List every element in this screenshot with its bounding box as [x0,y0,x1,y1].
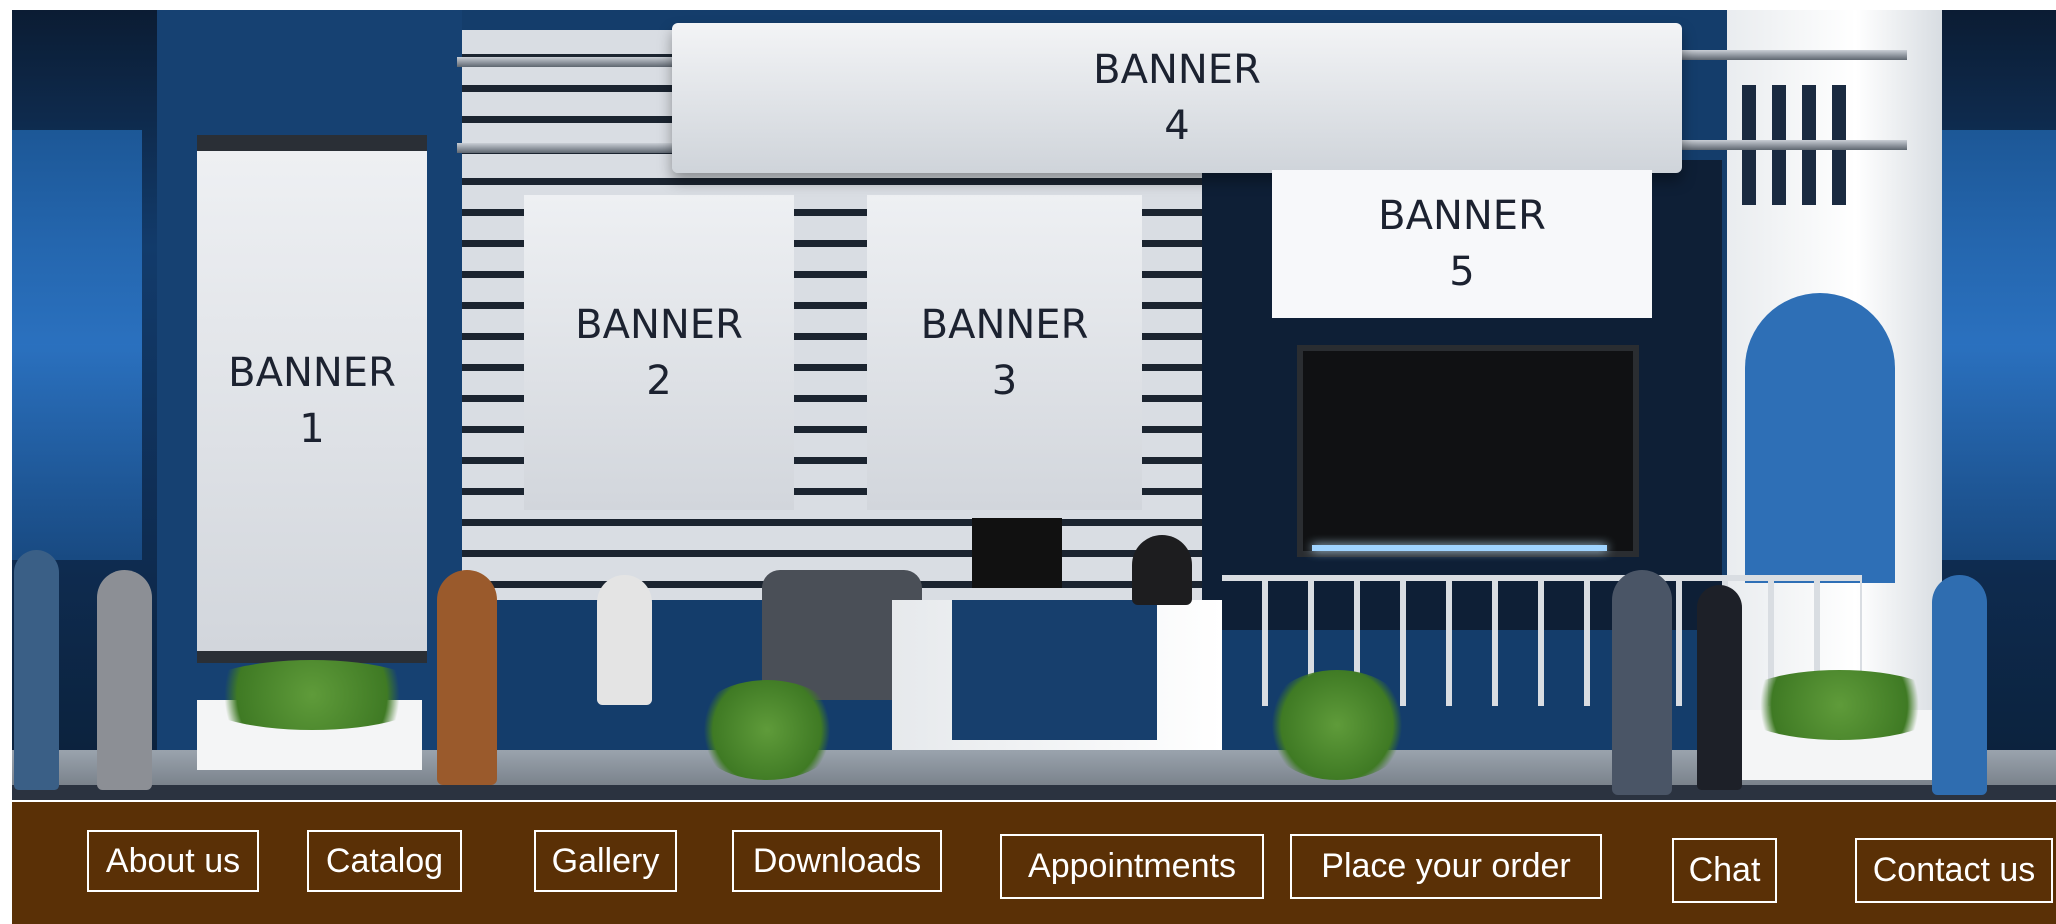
right-background-glow [1942,130,2056,560]
staff-figure [437,570,497,785]
contact-us-button[interactable]: Contact us [1855,838,2053,903]
plant [1732,670,1947,740]
banner-3-title: BANNER [920,301,1089,348]
banner-3-number: 3 [991,357,1018,404]
floor-edge [12,785,2056,800]
banner-4[interactable]: BANNER 4 [672,23,1682,173]
plant [192,660,432,730]
video-screen[interactable] [1297,345,1639,557]
truss-rod [457,143,677,153]
downloads-button[interactable]: Downloads [732,830,942,892]
banner-2[interactable]: BANNER 2 [524,195,794,510]
banner-1-title: BANNER [228,350,396,396]
bottom-navigation-bar: About us Catalog Gallery Downloads Appoi… [12,802,2056,924]
banner-1[interactable]: BANNER 1 [197,135,427,663]
chat-button[interactable]: Chat [1672,838,1777,903]
booth-scene: BANNER 1 BANNER 2 BANNER 3 BANNER 4 BANN… [12,10,2056,800]
banner-4-title: BANNER [1093,47,1261,93]
truss-rod [1677,50,1907,60]
banner-5-number: 5 [1449,249,1475,295]
plant [1262,670,1412,780]
banner-5-title: BANNER [1378,193,1546,239]
screen-light-strip [1312,545,1607,551]
reception-desk-panel [952,600,1157,740]
receptionist-figure [1132,535,1192,605]
visitor-figure [97,570,152,790]
gallery-button[interactable]: Gallery [534,830,677,892]
banner-4-number: 4 [1164,103,1190,149]
visitor-figure [1612,570,1672,795]
banner-2-number: 2 [646,357,672,404]
left-background-glow [12,130,142,560]
visitor-figure [14,550,59,790]
appointments-button[interactable]: Appointments [1000,834,1264,899]
banner-1-number: 1 [299,406,325,452]
plant [692,680,842,780]
banner-3[interactable]: BANNER 3 [867,195,1142,510]
about-us-button[interactable]: About us [87,830,259,892]
truss-rod [457,57,677,67]
catalog-button[interactable]: Catalog [307,830,462,892]
place-your-order-button[interactable]: Place your order [1290,834,1602,899]
visitor-figure [1697,585,1742,790]
banner-5[interactable]: BANNER 5 [1272,170,1652,318]
visitor-figure [1932,575,1987,795]
seated-figure [597,575,652,705]
banner-2-title: BANNER [575,301,743,348]
tower-arch-window [1745,293,1895,583]
desk-monitor [972,518,1062,588]
truss-rod [1677,140,1907,150]
